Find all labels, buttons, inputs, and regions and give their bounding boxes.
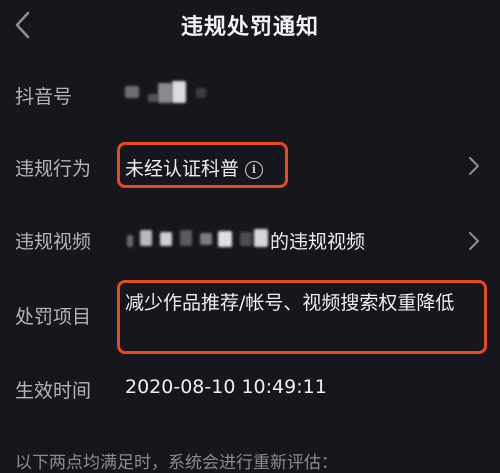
penalty-value: 减少作品推荐/帐号、视频搜索权重降低: [125, 292, 455, 314]
violation-behavior-text: 未经认证科普: [125, 158, 240, 180]
account-row: 抖音号: [0, 80, 500, 110]
effective-time-row: 生效时间 2020-08-10 10:49:11: [0, 374, 500, 404]
violation-video-label: 违规视频: [15, 231, 92, 253]
chevron-right-icon: [469, 157, 479, 175]
chevron-right-icon: [469, 232, 479, 250]
violation-behavior-value: 未经认证科普 i: [125, 154, 264, 181]
violation-video-row[interactable]: 违规视频 的违规视频: [0, 225, 500, 257]
reevaluation-note: 以下两点均满足时，系统会进行重新评估：: [15, 453, 338, 473]
violation-video-value: 的违规视频: [270, 231, 366, 253]
account-label: 抖音号: [15, 86, 73, 108]
info-icon[interactable]: i: [245, 161, 264, 179]
penalty-label: 处罚项目: [15, 306, 92, 328]
effective-time-value: 2020-08-10 10:49:11: [125, 376, 327, 398]
violation-behavior-label: 违规行为: [15, 158, 92, 180]
effective-time-label: 生效时间: [15, 380, 92, 402]
header-bar: 违规处罚通知: [0, 0, 500, 52]
violation-behavior-row[interactable]: 违规行为 未经认证科普 i: [0, 140, 500, 190]
page-title: 违规处罚通知: [180, 15, 319, 40]
